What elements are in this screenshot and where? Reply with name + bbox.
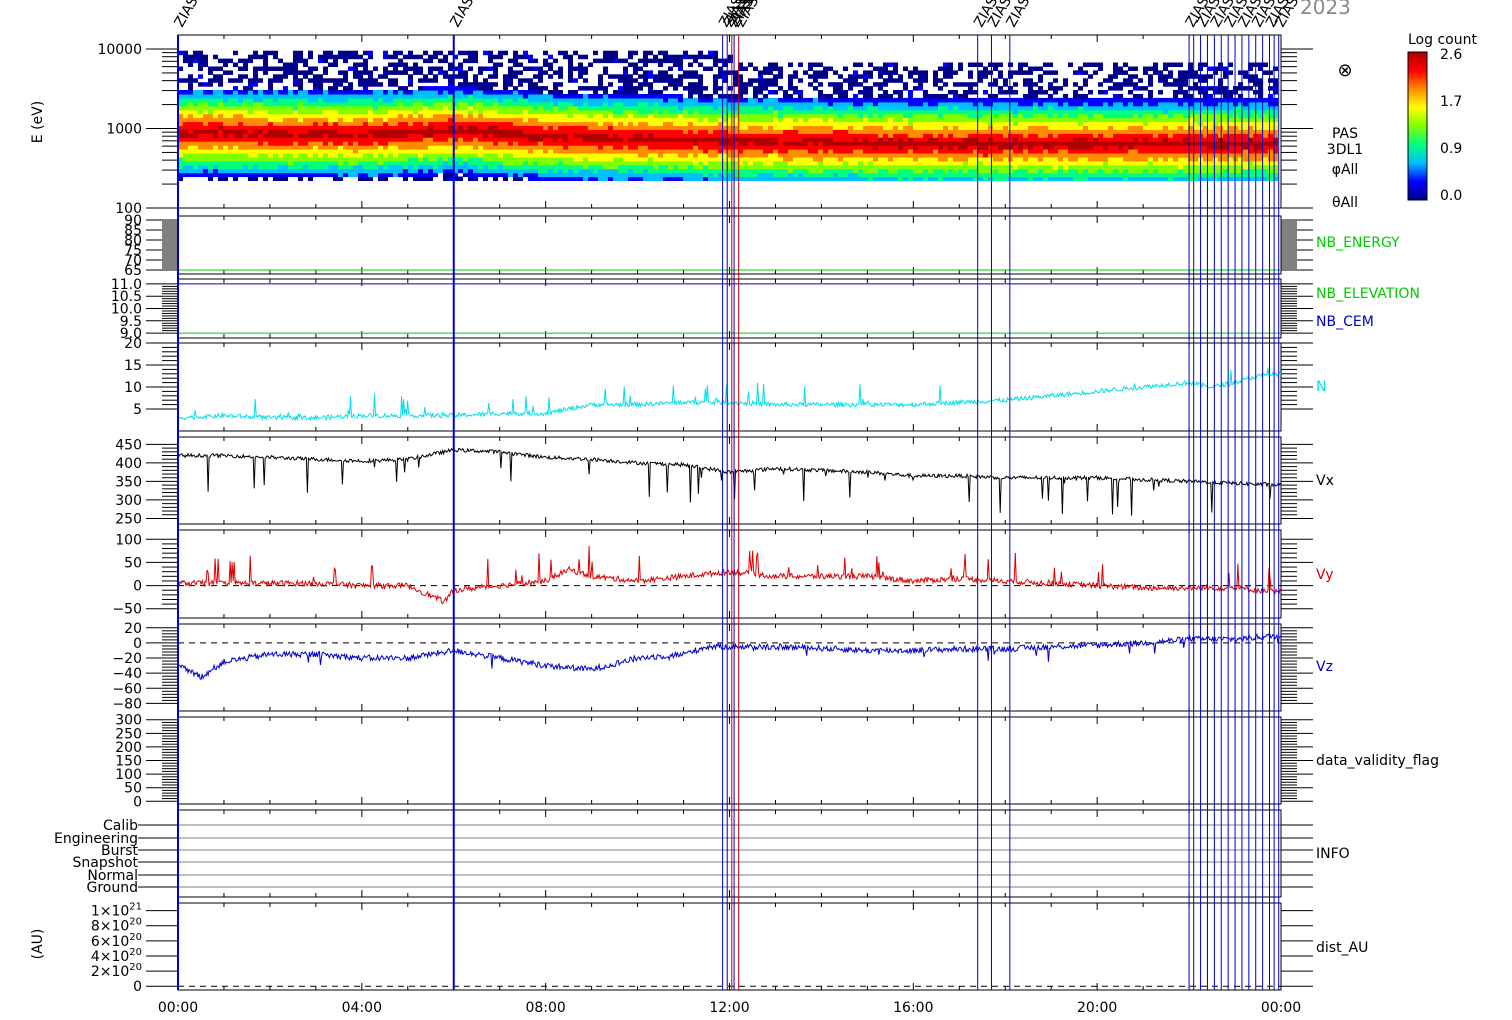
vx-tick-label: 400 [115, 456, 142, 472]
vy-tick-label: 0 [133, 579, 142, 595]
vy-label: Vy [1316, 567, 1334, 583]
time-tick-label: 20:00 [1077, 1000, 1117, 1016]
info-tick-label: Ground [87, 880, 139, 896]
colorbar-tick-min: 0.0 [1440, 188, 1462, 204]
vz-tick-label: −80 [112, 696, 142, 712]
spectrogram-label-pas: PAS [1332, 126, 1358, 142]
dist-tick-label: 2×1020 [91, 962, 142, 980]
colorbar-tick-2: 1.7 [1440, 94, 1462, 110]
spectrogram-tick-label: 10000 [97, 42, 142, 58]
info-label: INFO [1316, 846, 1350, 862]
n-tick-label: 5 [133, 402, 142, 418]
panel-frame-vx [177, 436, 1282, 525]
vx-tick-label: 450 [115, 437, 142, 453]
panel-frame-dist [177, 902, 1282, 991]
vy-tick-label: −50 [112, 602, 142, 618]
vx-series-line [177, 447, 1282, 516]
n-series-line [177, 367, 1282, 422]
year-label: 2023 [1300, 0, 1351, 19]
colorbar-tick-max: 2.6 [1440, 47, 1462, 63]
vz-tick-label: −20 [112, 651, 142, 667]
n-tick-label: 20 [124, 336, 142, 352]
vx-tick-label: 250 [115, 511, 142, 527]
vy-series-line [177, 546, 1282, 605]
vy-tick-label: 50 [124, 555, 142, 571]
spectrogram-label-theta: θAll [1332, 195, 1358, 211]
vx-tick-label: 350 [115, 474, 142, 490]
time-tick-label: 00:00 [1261, 1000, 1301, 1016]
event-marker-label: ZIAS [447, 0, 477, 30]
panel-frame-validity [177, 716, 1282, 805]
panel-frame-nb_elev [177, 278, 1282, 339]
panel-frame-vz [177, 623, 1282, 712]
multi-panel-timeseries-plot: Log count 2.6 1.7 0.9 0.0 2023 ⊗ PAS 3DL… [30, 0, 1477, 1016]
n-tick-label: 10 [124, 380, 142, 396]
spectrogram-label-3dl1: 3DL1 [1327, 142, 1363, 158]
panel-frame-nb_energy [177, 215, 1282, 275]
validity-tick-label: 0 [133, 794, 142, 810]
vx-label: Vx [1316, 473, 1334, 489]
dist-label: dist_AU [1316, 940, 1368, 956]
event-marker-label: ZIAS [172, 0, 202, 30]
nb-elevation-label: NB_ELEVATION [1316, 286, 1420, 302]
time-tick-label: 08:00 [525, 1000, 565, 1016]
spectrogram-direction-symbol: ⊗ [1337, 60, 1352, 81]
vz-tick-label: 20 [124, 621, 142, 637]
nb-cem-label: NB_CEM [1316, 314, 1374, 330]
nb-energy-label: NB_ENERGY [1316, 235, 1400, 251]
vz-label: Vz [1316, 659, 1333, 675]
axis-labels: 100001000100908580757065NB_ENERGY11.010.… [54, 42, 1439, 1016]
n-tick-label: 15 [124, 358, 142, 374]
validity-label: data_validity_flag [1316, 753, 1439, 769]
colorbar-tick-3: 0.9 [1440, 141, 1462, 157]
time-tick-label: 12:00 [709, 1000, 749, 1016]
spectrogram-tick-label: 1000 [106, 121, 142, 137]
panel-frame-info [177, 809, 1282, 898]
vz-tick-label: 0 [133, 636, 142, 652]
spectrogram-image [178, 50, 1278, 181]
time-tick-label: 00:00 [158, 1000, 198, 1016]
colorbar [1407, 51, 1428, 201]
time-tick-label: 16:00 [893, 1000, 933, 1016]
vz-tick-label: −60 [112, 681, 142, 697]
vz-series-line [177, 633, 1282, 681]
spectrogram-ylabel: E (eV) [30, 101, 46, 143]
colorbar-title: Log count [1408, 32, 1477, 48]
vy-tick-label: 100 [115, 532, 142, 548]
spectrogram-label-phi: φAll [1332, 162, 1359, 178]
vx-tick-label: 300 [115, 493, 142, 509]
time-tick-label: 04:00 [342, 1000, 382, 1016]
dist-ylabel: (AU) [30, 929, 46, 960]
dist-tick-label: 0 [133, 979, 142, 995]
n-label: N [1316, 379, 1326, 395]
vz-tick-label: −40 [112, 666, 142, 682]
